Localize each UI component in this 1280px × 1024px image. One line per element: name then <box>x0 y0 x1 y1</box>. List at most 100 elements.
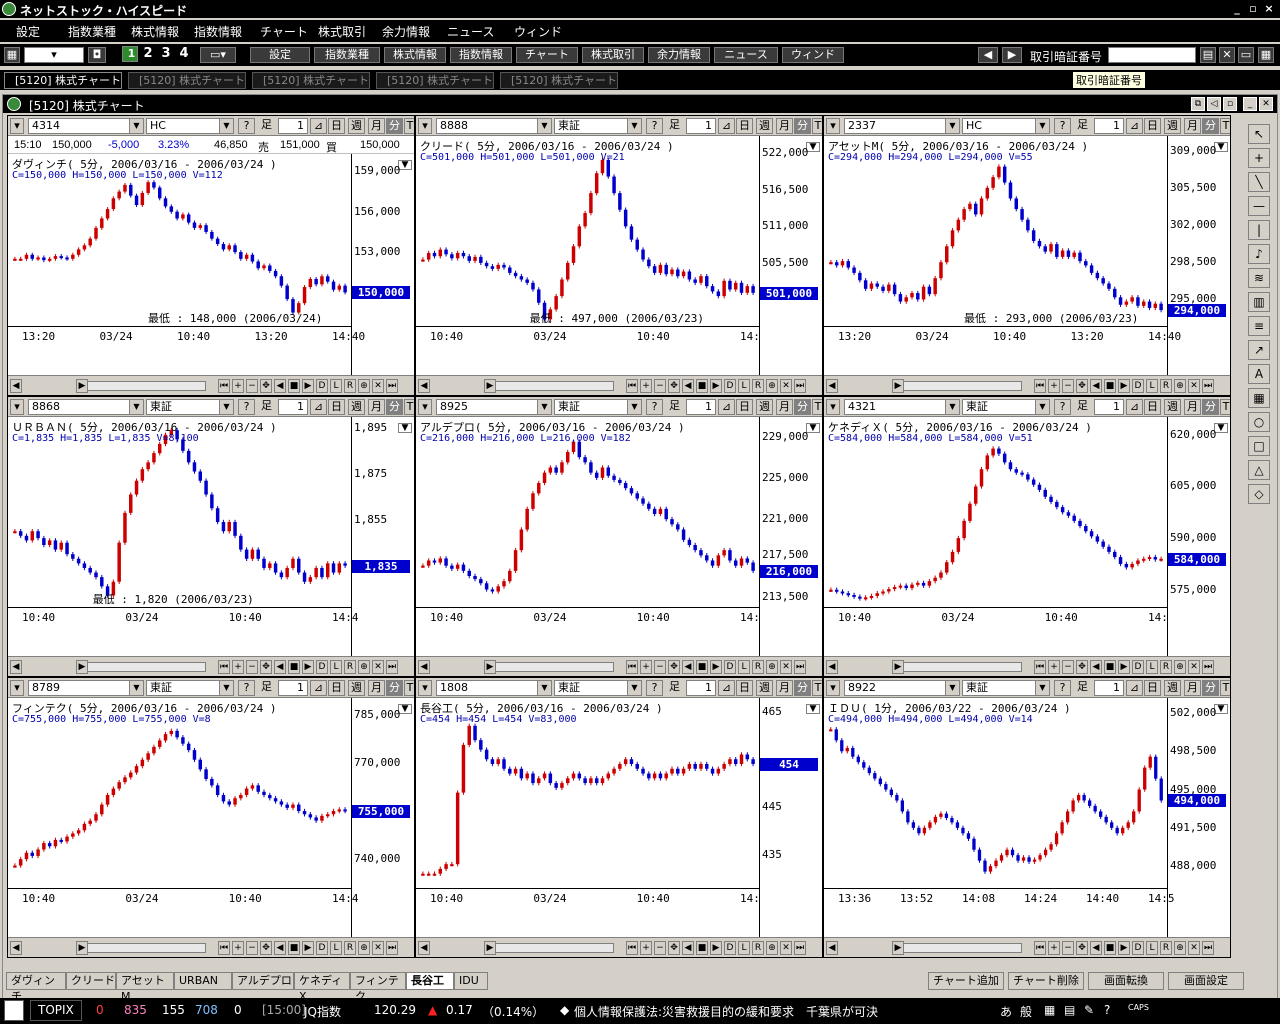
interval-day-button[interactable]: 日 <box>1144 680 1161 696</box>
restore-button[interactable]: ▫ <box>1246 2 1260 15</box>
interval-count-input[interactable]: 1 <box>686 399 716 415</box>
tab-haseko[interactable]: 長谷工 <box>406 972 454 990</box>
edit-icon[interactable]: ⊿ <box>310 680 327 696</box>
menu-index-industry[interactable]: 指数業種 <box>68 23 116 40</box>
menu-chart[interactable]: チャート <box>260 23 308 40</box>
window-tab[interactable]: [5120] 株式チャート <box>500 72 618 89</box>
interval-day-button[interactable]: 日 <box>1144 399 1161 415</box>
scroll-left-icon[interactable]: ◀ <box>826 379 838 393</box>
interval-count-input[interactable]: 1 <box>1094 680 1124 696</box>
ime-pad-icon[interactable]: ▦ <box>1044 1003 1055 1017</box>
interval-day-button[interactable]: 日 <box>328 118 345 134</box>
chart-area[interactable]: 長谷工( 5分, 2006/03/16 - 2006/03/24 ) C=454 … <box>416 698 822 937</box>
camera-icon[interactable]: ◘ <box>88 47 106 63</box>
interval-minute-button[interactable]: 分 <box>386 118 403 134</box>
magnify-icon[interactable]: ⊕ <box>1174 660 1186 674</box>
chart-area[interactable]: ＩＤＵ( 1分, 2006/03/22 - 2006/03/24 ) C=494,… <box>824 698 1230 937</box>
edit-icon[interactable]: ⊿ <box>718 399 735 415</box>
layout-1-button[interactable]: 1 <box>122 46 138 62</box>
interval-minute-button[interactable]: 分 <box>386 680 403 696</box>
cursor-tool-icon[interactable]: ↖ <box>1248 124 1270 144</box>
prev-icon[interactable]: ◀ <box>682 379 694 393</box>
edit-icon[interactable]: ⊿ <box>718 680 735 696</box>
end-icon[interactable]: ⏭ <box>794 379 806 393</box>
triangle-tool-icon[interactable]: △ <box>1248 460 1270 480</box>
magnify-icon[interactable]: ⊕ <box>766 941 778 955</box>
vertical-line-tool-icon[interactable]: | <box>1248 220 1270 240</box>
stock-code-select[interactable]: 1808 ▼ <box>436 680 552 696</box>
market-select[interactable]: 東証 ▼ <box>962 680 1050 696</box>
window-close-icon[interactable]: ✕ <box>1259 97 1273 111</box>
move-icon[interactable]: ✥ <box>1076 379 1088 393</box>
close-chart-icon[interactable]: ✕ <box>780 660 792 674</box>
window-tab[interactable]: [5120] 株式チャート <box>4 72 122 89</box>
zoom-out-icon[interactable]: − <box>246 941 258 955</box>
help-icon[interactable]: ? <box>238 118 255 134</box>
rewind-icon[interactable]: ⏮ <box>218 941 230 955</box>
zoom-in-icon[interactable]: + <box>1048 379 1060 393</box>
rewind-icon[interactable]: ⏮ <box>1034 379 1046 393</box>
help-icon[interactable]: ? <box>238 680 255 696</box>
forward-arrow-icon[interactable]: ▶ <box>1002 47 1022 63</box>
close-chart-icon[interactable]: ✕ <box>1188 379 1200 393</box>
interval-day-button[interactable]: 日 <box>736 680 753 696</box>
alert-tool-icon[interactable]: ♪ <box>1248 244 1270 264</box>
interval-minute-button[interactable]: 分 <box>794 399 811 415</box>
tab-fintech[interactable]: フィンテク <box>350 972 406 1003</box>
news-ticker[interactable]: 個人情報保護法:災害救援目的の緩和要求 千葉県が可決 <box>574 1003 878 1020</box>
tab-kennedix[interactable]: ケネディX <box>294 972 350 1003</box>
rewind-icon[interactable]: ⏮ <box>626 660 638 674</box>
text-tool-icon[interactable]: A <box>1248 364 1270 384</box>
chart-menu-icon[interactable]: ▼ <box>806 704 820 714</box>
collapse-button[interactable]: ▾ <box>10 680 24 696</box>
l-button[interactable]: L <box>738 660 750 674</box>
l-button[interactable]: L <box>1146 660 1158 674</box>
r-button[interactable]: R <box>752 941 764 955</box>
interval-week-button[interactable]: 週 <box>348 399 365 415</box>
scroll-thumb[interactable]: ▶ <box>892 941 904 955</box>
layout-4-button[interactable]: 4 <box>176 47 192 63</box>
ime-conversion[interactable]: 般 <box>1020 1003 1032 1020</box>
scroll-thumb[interactable]: ▶ <box>892 660 904 674</box>
tab-creed[interactable]: クリード <box>66 972 116 990</box>
scroll-thumb[interactable]: ▶ <box>76 379 88 393</box>
collapse-button[interactable]: ▾ <box>826 399 840 415</box>
tile-icon[interactable]: ▫ <box>1223 97 1237 111</box>
close-button[interactable]: × <box>1262 2 1276 15</box>
stop-icon[interactable]: ■ <box>1104 660 1116 674</box>
edit-icon[interactable]: ⊿ <box>1126 680 1143 696</box>
scroll-track[interactable] <box>892 943 1022 953</box>
layout-2-button[interactable]: 2 <box>140 47 156 63</box>
tab-davinci[interactable]: ダヴィンチ <box>6 972 66 1003</box>
edit-icon[interactable]: ⊿ <box>1126 118 1143 134</box>
interval-tick-button[interactable]: T <box>812 399 822 415</box>
tb-stock-info-button[interactable]: 株式情報 <box>384 47 446 63</box>
move-icon[interactable]: ✥ <box>260 660 272 674</box>
window-tab[interactable]: [5120] 株式チャート <box>128 72 246 89</box>
interval-week-button[interactable]: 週 <box>348 118 365 134</box>
interval-day-button[interactable]: 日 <box>328 680 345 696</box>
help-icon[interactable]: ? <box>1054 399 1071 415</box>
end-icon[interactable]: ⏭ <box>386 379 398 393</box>
interval-month-button[interactable]: 月 <box>1184 118 1201 134</box>
grid2-icon[interactable]: ▦ <box>1258 47 1274 63</box>
r-button[interactable]: R <box>1160 660 1172 674</box>
tb-chart-button[interactable]: チャート <box>516 47 578 63</box>
rectangle-tool-icon[interactable]: □ <box>1248 436 1270 456</box>
end-icon[interactable]: ⏭ <box>1202 660 1214 674</box>
help-icon[interactable]: ? <box>646 399 663 415</box>
collapse-button[interactable]: ▾ <box>826 680 840 696</box>
help-icon[interactable]: ? <box>646 118 663 134</box>
prev-icon[interactable]: ◀ <box>682 941 694 955</box>
ime-tool-icon[interactable]: ✎ <box>1084 1003 1094 1017</box>
d-button[interactable]: D <box>316 660 328 674</box>
collapse-button[interactable]: ▾ <box>418 680 432 696</box>
rewind-icon[interactable]: ⏮ <box>1034 660 1046 674</box>
layout-3-button[interactable]: 3 <box>158 47 174 63</box>
r-button[interactable]: R <box>752 660 764 674</box>
rewind-icon[interactable]: ⏮ <box>218 379 230 393</box>
menu-news[interactable]: ニュース <box>447 23 494 40</box>
interval-minute-button[interactable]: 分 <box>1202 118 1219 134</box>
help-icon[interactable]: ? <box>1054 118 1071 134</box>
magnify-icon[interactable]: ⊕ <box>358 941 370 955</box>
